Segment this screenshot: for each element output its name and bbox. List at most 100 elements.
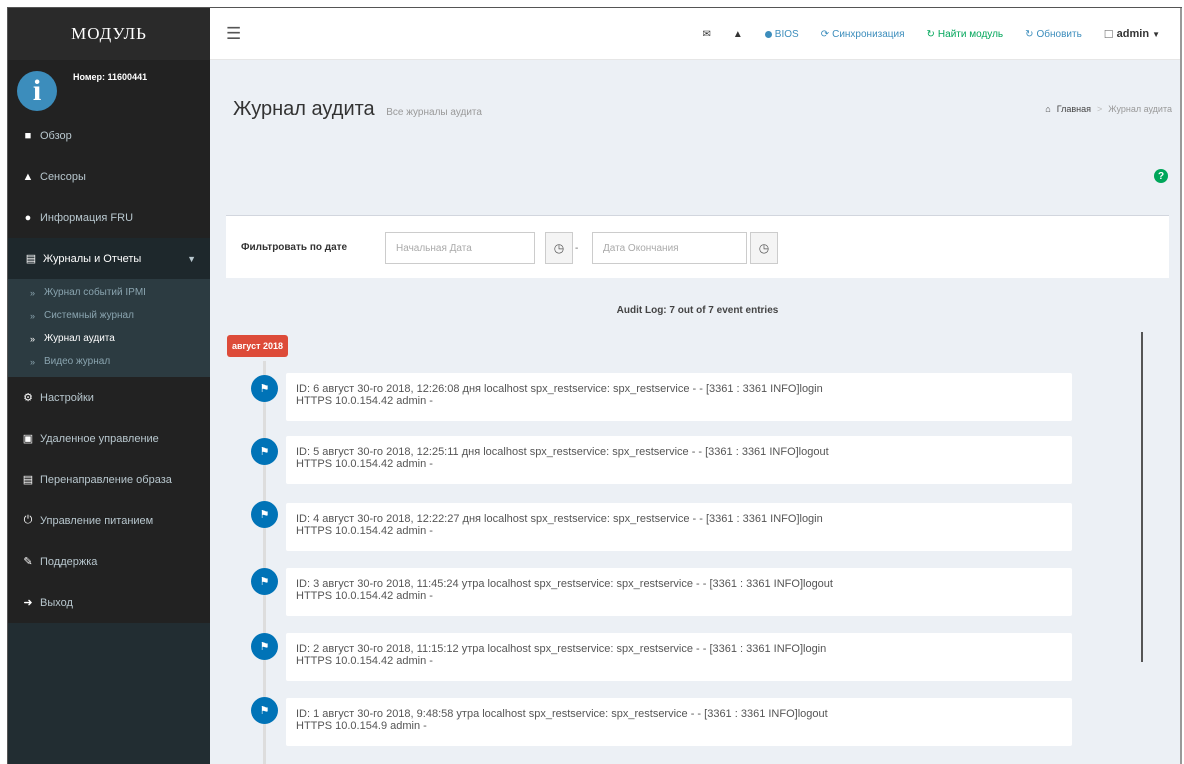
user-name: admin (1116, 28, 1150, 40)
list-item: ID: 3 август 30-го 2018, 11:45:24 утра l… (286, 568, 1072, 616)
sidebar-item-label: Обзор (40, 129, 72, 142)
bios-button[interactable]: BIOS (754, 29, 810, 40)
page-title-text: Журнал аудита (233, 98, 375, 120)
sub-item-ipmi-log[interactable]: » Журнал событий IPMI (8, 281, 210, 304)
date-range-separator: - (575, 243, 579, 254)
sidebar-item-label: Выход (40, 596, 73, 609)
sidebar-item-power[interactable]: ⏻ Управление питанием (8, 500, 210, 541)
start-date-picker-button[interactable]: ◷ (545, 232, 573, 264)
entry-line-2: HTTPS 10.0.154.42 admin - (296, 590, 433, 602)
user-menu[interactable]: ☐ admin ▼ (1093, 28, 1171, 41)
alerts-button[interactable]: ▲ (722, 29, 754, 40)
flag-icon: ⚑ (251, 633, 278, 660)
sidebar-item-label: Сенсоры (40, 170, 86, 183)
entry-line-1: ID: 2 август 30-го 2018, 11:15:12 утра l… (296, 643, 827, 655)
menu-toggle-icon[interactable]: ☰ (226, 24, 241, 44)
home-icon: ⌂ (1045, 104, 1051, 114)
clock-icon: ◷ (758, 241, 770, 255)
entry-line-2: HTTPS 10.0.154.42 admin - (296, 655, 433, 667)
module-number: Номер: 11600441 (73, 72, 148, 82)
sidebar-item-label: Перенаправление образа (40, 473, 172, 486)
sidebar-item-settings[interactable]: ⚙ Настройки (8, 377, 210, 418)
flag-icon: ⚑ (251, 501, 278, 528)
flag-icon: ⚑ (251, 438, 278, 465)
flag-icon: ⚑ (251, 568, 278, 595)
end-date-picker-button[interactable]: ◷ (750, 232, 778, 264)
sidebar-item-overview[interactable]: ■ Обзор (8, 115, 210, 156)
sidebar-item-fru[interactable]: ● Информация FRU (8, 197, 210, 238)
side-menu: ■ Обзор ▲ Сенсоры ● Информация FRU ▤ Жур… (8, 115, 210, 279)
entry-line-2: HTTPS 10.0.154.9 admin - (296, 720, 427, 732)
breadcrumb-current: Журнал аудита (1108, 104, 1172, 114)
image-redirect-icon: ▤ (22, 474, 34, 486)
list-item: ID: 4 август 30-го 2018, 12:22:27 дня lo… (286, 503, 1072, 551)
sidebar-item-logout[interactable]: ➜ Выход (8, 582, 210, 623)
window-edge (1180, 8, 1182, 764)
sidebar-item-support[interactable]: ✎ Поддержка (8, 541, 210, 582)
sub-item-label: Видео журнал (44, 356, 111, 367)
sync-label: Синхронизация (832, 28, 905, 40)
sign-out-icon: ➜ (23, 597, 33, 609)
info-avatar-icon: i (17, 71, 57, 111)
find-module-button[interactable]: ↻ Найти модуль (916, 29, 1015, 40)
sync-icon: ⟳ (820, 28, 830, 40)
sidebar-item-sensors[interactable]: ▲ Сенсоры (8, 156, 210, 197)
messages-button[interactable]: ✉ (692, 29, 722, 40)
sidebar-item-label: Информация FRU (40, 211, 134, 224)
sync-button[interactable]: ⟳ Синхронизация (810, 29, 916, 40)
entry-line-1: ID: 4 август 30-го 2018, 12:22:27 дня lo… (296, 513, 823, 525)
info-icon: ● (24, 211, 32, 224)
start-date-placeholder: Начальная Дата (396, 242, 472, 254)
scrollbar[interactable] (1141, 332, 1143, 662)
list-item: ID: 6 август 30-го 2018, 12:26:08 дня lo… (286, 373, 1072, 421)
flag-icon: ⚑ (251, 697, 278, 724)
sidebar-item-image-redirect[interactable]: ▤ Перенаправление образа (8, 459, 210, 500)
page-title: Журнал аудита Все журналы аудита (233, 98, 482, 121)
sidebar-item-logs[interactable]: ▤ Журналы и Отчеты ▼ (8, 238, 210, 279)
sub-item-label: Журнал событий IPMI (44, 287, 146, 298)
sidebar-item-label: Поддержка (40, 555, 98, 568)
chevron-down-icon: ▼ (187, 253, 196, 264)
sub-item-audit-log[interactable]: » Журнал аудита (8, 327, 210, 350)
sidebar: МОДУЛЬ i Номер: 11600441 ■ Обзор ▲ Сенсо… (8, 8, 210, 764)
find-refresh-icon: ↻ (926, 28, 935, 40)
entry-line-1: ID: 5 август 30-го 2018, 12:25:11 дня lo… (296, 446, 829, 458)
entry-line-2: HTTPS 10.0.154.42 admin - (296, 525, 433, 537)
sidebar-item-label: Настройки (40, 391, 94, 404)
refresh-button[interactable]: ↻ Обновить (1014, 29, 1093, 40)
refresh-label: Обновить (1036, 28, 1082, 40)
audit-timeline: Audit Log: 7 out of 7 event entries авгу… (226, 286, 1169, 764)
find-module-label: Найти модуль (937, 28, 1004, 40)
entry-line-1: ID: 1 август 30-го 2018, 9:48:58 утра lo… (296, 708, 828, 720)
chevron-right-icon: » (30, 310, 36, 321)
sidebar-item-label: Управление питанием (40, 514, 154, 527)
warning-icon: ▲ (732, 28, 743, 40)
bios-status-icon (764, 30, 772, 38)
start-date-input[interactable]: Начальная Дата (385, 232, 535, 264)
car-icon: ▲ (22, 170, 34, 183)
sub-item-system-log[interactable]: » Системный журнал (8, 304, 210, 327)
end-date-placeholder: Дата Окончания (603, 242, 679, 254)
entry-line-1: ID: 6 август 30-го 2018, 12:26:08 дня lo… (296, 383, 823, 395)
caret-down-icon: ▼ (1152, 29, 1160, 39)
clock-icon: ◷ (553, 241, 565, 255)
side-menu-lower: ⚙ Настройки ▣ Удаленное управление ▤ Пер… (8, 377, 210, 623)
brand-logo[interactable]: МОДУЛЬ (8, 8, 210, 60)
sidebar-item-remote-control[interactable]: ▣ Удаленное управление (8, 418, 210, 459)
end-date-input[interactable]: Дата Окончания (592, 232, 747, 264)
breadcrumb: ⌂ Главная > Журнал аудита (1045, 104, 1172, 114)
gear-icon: ⚙ (23, 392, 33, 404)
sub-item-label: Журнал аудита (44, 333, 115, 344)
list-item: ID: 2 август 30-го 2018, 11:15:12 утра l… (286, 633, 1072, 681)
chevron-right-icon: » (30, 356, 36, 367)
user-icon: ☐ (1103, 28, 1114, 41)
help-icon[interactable]: ? (1154, 169, 1168, 183)
sidebar-item-label: Журналы и Отчеты (43, 252, 142, 265)
page-subtitle: Все журналы аудита (386, 107, 482, 118)
dashboard-icon: ■ (24, 129, 32, 142)
breadcrumb-home[interactable]: Главная (1057, 104, 1091, 114)
list-item: ID: 1 август 30-го 2018, 9:48:58 утра lo… (286, 698, 1072, 746)
monitor-icon: ▣ (22, 433, 34, 445)
sub-item-video-log[interactable]: » Видео журнал (8, 350, 210, 373)
top-navbar: ☰ ✉ ▲ BIOS ⟳ Синхронизация ↻ Найти модул… (210, 8, 1182, 60)
